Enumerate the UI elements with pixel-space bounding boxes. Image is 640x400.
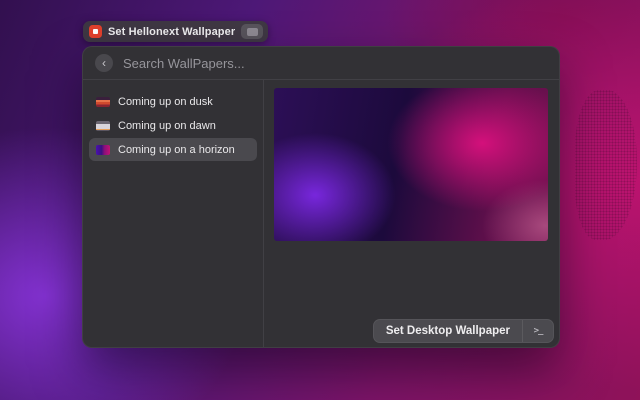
- terminal-shortcut-icon: >_: [523, 326, 553, 336]
- back-button[interactable]: ‹: [95, 54, 113, 72]
- set-desktop-wallpaper-label: Set Desktop Wallpaper: [374, 325, 522, 337]
- list-item-dusk[interactable]: Coming up on dusk: [89, 90, 257, 113]
- search-input[interactable]: [123, 56, 547, 71]
- window-content: Coming up on dusk Coming up on dawn Comi…: [83, 80, 559, 347]
- search-bar: ‹: [83, 47, 559, 80]
- list-item-label: Coming up on a horizon: [118, 144, 235, 156]
- wallpaper-thumbnail-horizon: [96, 145, 110, 155]
- list-item-label: Coming up on dusk: [118, 96, 213, 108]
- launcher-command-pill[interactable]: Set Hellonext Wallpaper: [83, 21, 268, 42]
- list-item-dawn[interactable]: Coming up on dawn: [89, 114, 257, 137]
- terminal-icon: [241, 24, 263, 39]
- set-desktop-wallpaper-button[interactable]: Set Desktop Wallpaper >_: [373, 319, 554, 343]
- wallpaper-preview-image: [274, 88, 548, 241]
- list-item-label: Coming up on dawn: [118, 120, 216, 132]
- command-title: Set Hellonext Wallpaper: [108, 26, 235, 38]
- list-item-horizon[interactable]: Coming up on a horizon: [89, 138, 257, 161]
- wallpaper-thumbnail-dusk: [96, 97, 110, 107]
- wallpaper-picker-window: ‹ Coming up on dusk Coming up on dawn Co…: [82, 46, 560, 348]
- wallpaper-list: Coming up on dusk Coming up on dawn Comi…: [83, 80, 264, 347]
- preview-panel: Set Desktop Wallpaper >_: [264, 80, 559, 347]
- hellonext-app-icon: [89, 25, 102, 38]
- wallpaper-thumbnail-dawn: [96, 121, 110, 131]
